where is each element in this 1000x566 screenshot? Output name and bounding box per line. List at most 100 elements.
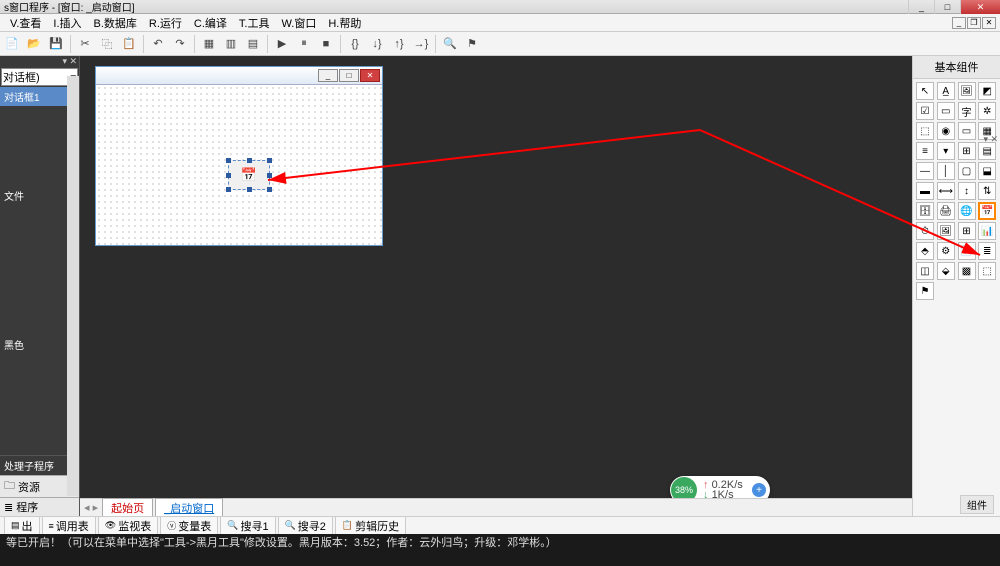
menu-run[interactable]: R.运行 (143, 15, 188, 31)
form-minimize-button[interactable]: _ (318, 69, 338, 82)
resize-handle-tc[interactable] (247, 158, 252, 163)
tb-step2-icon[interactable]: ↓} (367, 34, 387, 54)
tab-start-page[interactable]: 起始页 (102, 498, 153, 517)
tool-com2-icon[interactable]: ⬙ (937, 262, 955, 280)
tb-step4-icon[interactable]: →} (411, 34, 431, 54)
tool-progress-icon[interactable]: ▬ (916, 182, 934, 200)
tool-report-icon[interactable]: 📄 (958, 242, 976, 260)
tb-stop-icon[interactable]: ■ (316, 34, 336, 54)
palette-footer[interactable]: 组件 (960, 495, 994, 514)
tool-pointer-icon[interactable]: ↖ (916, 82, 934, 100)
tb-redo-icon[interactable]: ↷ (170, 34, 190, 54)
tab-start-window[interactable]: _启动窗口 (155, 498, 223, 517)
tab-variables[interactable]: ⓥ变量表 (160, 516, 218, 536)
tb-open-icon[interactable]: 📂 (24, 34, 44, 54)
tb-new-icon[interactable]: 📄 (2, 34, 22, 54)
tb-find-icon[interactable]: 🔍 (440, 34, 460, 54)
tool-calendar-icon[interactable]: 📅 (978, 202, 996, 220)
resize-handle-lc[interactable] (226, 173, 231, 178)
tool-font-icon[interactable]: 字 (958, 102, 976, 120)
form-body[interactable]: 📅 (96, 85, 382, 245)
form-close-button[interactable]: ✕ (360, 69, 380, 82)
mdi-close-button[interactable]: ✕ (982, 17, 996, 29)
tool-rich-icon[interactable]: ≣ (978, 242, 996, 260)
speed-plus-button[interactable]: + (752, 483, 766, 497)
tool-com1-icon[interactable]: ◫ (916, 262, 934, 280)
resize-handle-rc[interactable] (267, 173, 272, 178)
tool-tree-icon[interactable]: ⊞ (958, 142, 976, 160)
mdi-restore-button[interactable]: ❐ (967, 17, 981, 29)
tool-table-icon[interactable]: ⊞ (958, 222, 976, 240)
tab-search2[interactable]: 🔍搜寻2 (278, 516, 333, 536)
tab-program[interactable]: ≣程序 (0, 497, 79, 516)
menu-insert[interactable]: I.插入 (47, 15, 87, 31)
tb-cut-icon[interactable]: ✂ (75, 34, 95, 54)
tb-layout3-icon[interactable]: ▤ (243, 34, 263, 54)
tool-button-icon[interactable]: ⬚ (916, 122, 934, 140)
tool-group-icon[interactable]: ▭ (958, 122, 976, 140)
tab-output[interactable]: ▤出 (4, 516, 40, 536)
tb-bookmark-icon[interactable]: ⚑ (462, 34, 482, 54)
close-button[interactable]: ✕ (960, 0, 1000, 14)
tool-slider-icon[interactable]: ⟷ (937, 182, 955, 200)
design-canvas[interactable]: _ □ ✕ 📅 38% ↑ (80, 56, 912, 516)
tool-hline-icon[interactable]: — (916, 162, 934, 180)
tab-search1[interactable]: 🔍搜寻1 (220, 516, 275, 536)
tool-network-icon[interactable]: 🌐 (958, 202, 976, 220)
tool-list-icon[interactable]: ≡ (916, 142, 934, 160)
tool-spin-icon[interactable]: ⇅ (978, 182, 996, 200)
tab-cliphistory[interactable]: 📋剪辑历史 (335, 516, 406, 536)
tool-print-icon[interactable]: 🖨 (937, 202, 955, 220)
tb-copy-icon[interactable]: ⿻ (97, 34, 117, 54)
tool-image-icon[interactable]: 🖼 (937, 222, 955, 240)
tool-shape-icon[interactable]: ◩ (978, 82, 996, 100)
tool-chart-icon[interactable]: 📊 (978, 222, 996, 240)
tb-pause-icon[interactable]: ⏸ (294, 34, 314, 54)
tool-label-icon[interactable]: A̲ (937, 82, 955, 100)
selected-widget[interactable]: 📅 (228, 160, 270, 190)
menu-help[interactable]: H.帮助 (322, 15, 367, 31)
tb-step3-icon[interactable]: ↑} (389, 34, 409, 54)
maximize-button[interactable]: □ (934, 0, 960, 14)
tool-com4-icon[interactable]: ⬚ (978, 262, 996, 280)
mdi-minimize-button[interactable]: _ (952, 17, 966, 29)
tool-vline-icon[interactable]: │ (937, 162, 955, 180)
tool-timer-icon[interactable]: ⏱ (916, 222, 934, 240)
tool-scroll-icon[interactable]: ↕ (958, 182, 976, 200)
scrollbar[interactable] (67, 76, 79, 496)
tb-layout2-icon[interactable]: ▥ (221, 34, 241, 54)
tb-undo-icon[interactable]: ↶ (148, 34, 168, 54)
minimize-button[interactable]: _ (908, 0, 934, 14)
menu-compile[interactable]: C.编译 (188, 15, 233, 31)
resize-handle-br[interactable] (267, 187, 272, 192)
menu-database[interactable]: B.数据库 (88, 15, 143, 31)
pin-icon[interactable]: ▾ ✕ (0, 56, 79, 67)
tool-frame-icon[interactable]: ▢ (958, 162, 976, 180)
tool-checkbox-icon[interactable]: ☑ (916, 102, 934, 120)
tool-db-icon[interactable]: 🗄 (916, 202, 934, 220)
tool-com3-icon[interactable]: ▩ (958, 262, 976, 280)
tb-run-icon[interactable]: ▶ (272, 34, 292, 54)
tab-nav-icon[interactable]: ◂ ▸ (84, 501, 98, 514)
tool-radio-icon[interactable]: ◉ (937, 122, 955, 140)
menu-view[interactable]: V.查看 (4, 15, 47, 31)
resize-handle-bc[interactable] (247, 187, 252, 192)
resize-handle-bl[interactable] (226, 187, 231, 192)
tb-paste-icon[interactable]: 📋 (119, 34, 139, 54)
tool-edit-icon[interactable]: ▭ (937, 102, 955, 120)
tool-picture-icon[interactable]: 🖼 (958, 82, 976, 100)
tab-watch[interactable]: 👁监视表 (98, 516, 158, 536)
tool-misc-icon[interactable]: ⚑ (916, 282, 934, 300)
form-maximize-button[interactable]: □ (339, 69, 359, 82)
tb-layout1-icon[interactable]: ▦ (199, 34, 219, 54)
tb-save-icon[interactable]: 💾 (46, 34, 66, 54)
tab-callstack[interactable]: ≡调用表 (42, 516, 96, 536)
panel-pin-icon[interactable]: ▾ ✕ (983, 134, 998, 145)
tool-combo-icon[interactable]: ▾ (937, 142, 955, 160)
tool-tab-icon[interactable]: ⬓ (978, 162, 996, 180)
resize-handle-tr[interactable] (267, 158, 272, 163)
menu-window[interactable]: W.窗口 (275, 15, 322, 31)
resize-handle-tl[interactable] (226, 158, 231, 163)
tb-step1-icon[interactable]: {} (345, 34, 365, 54)
tool-socket-icon[interactable]: ⬘ (916, 242, 934, 260)
